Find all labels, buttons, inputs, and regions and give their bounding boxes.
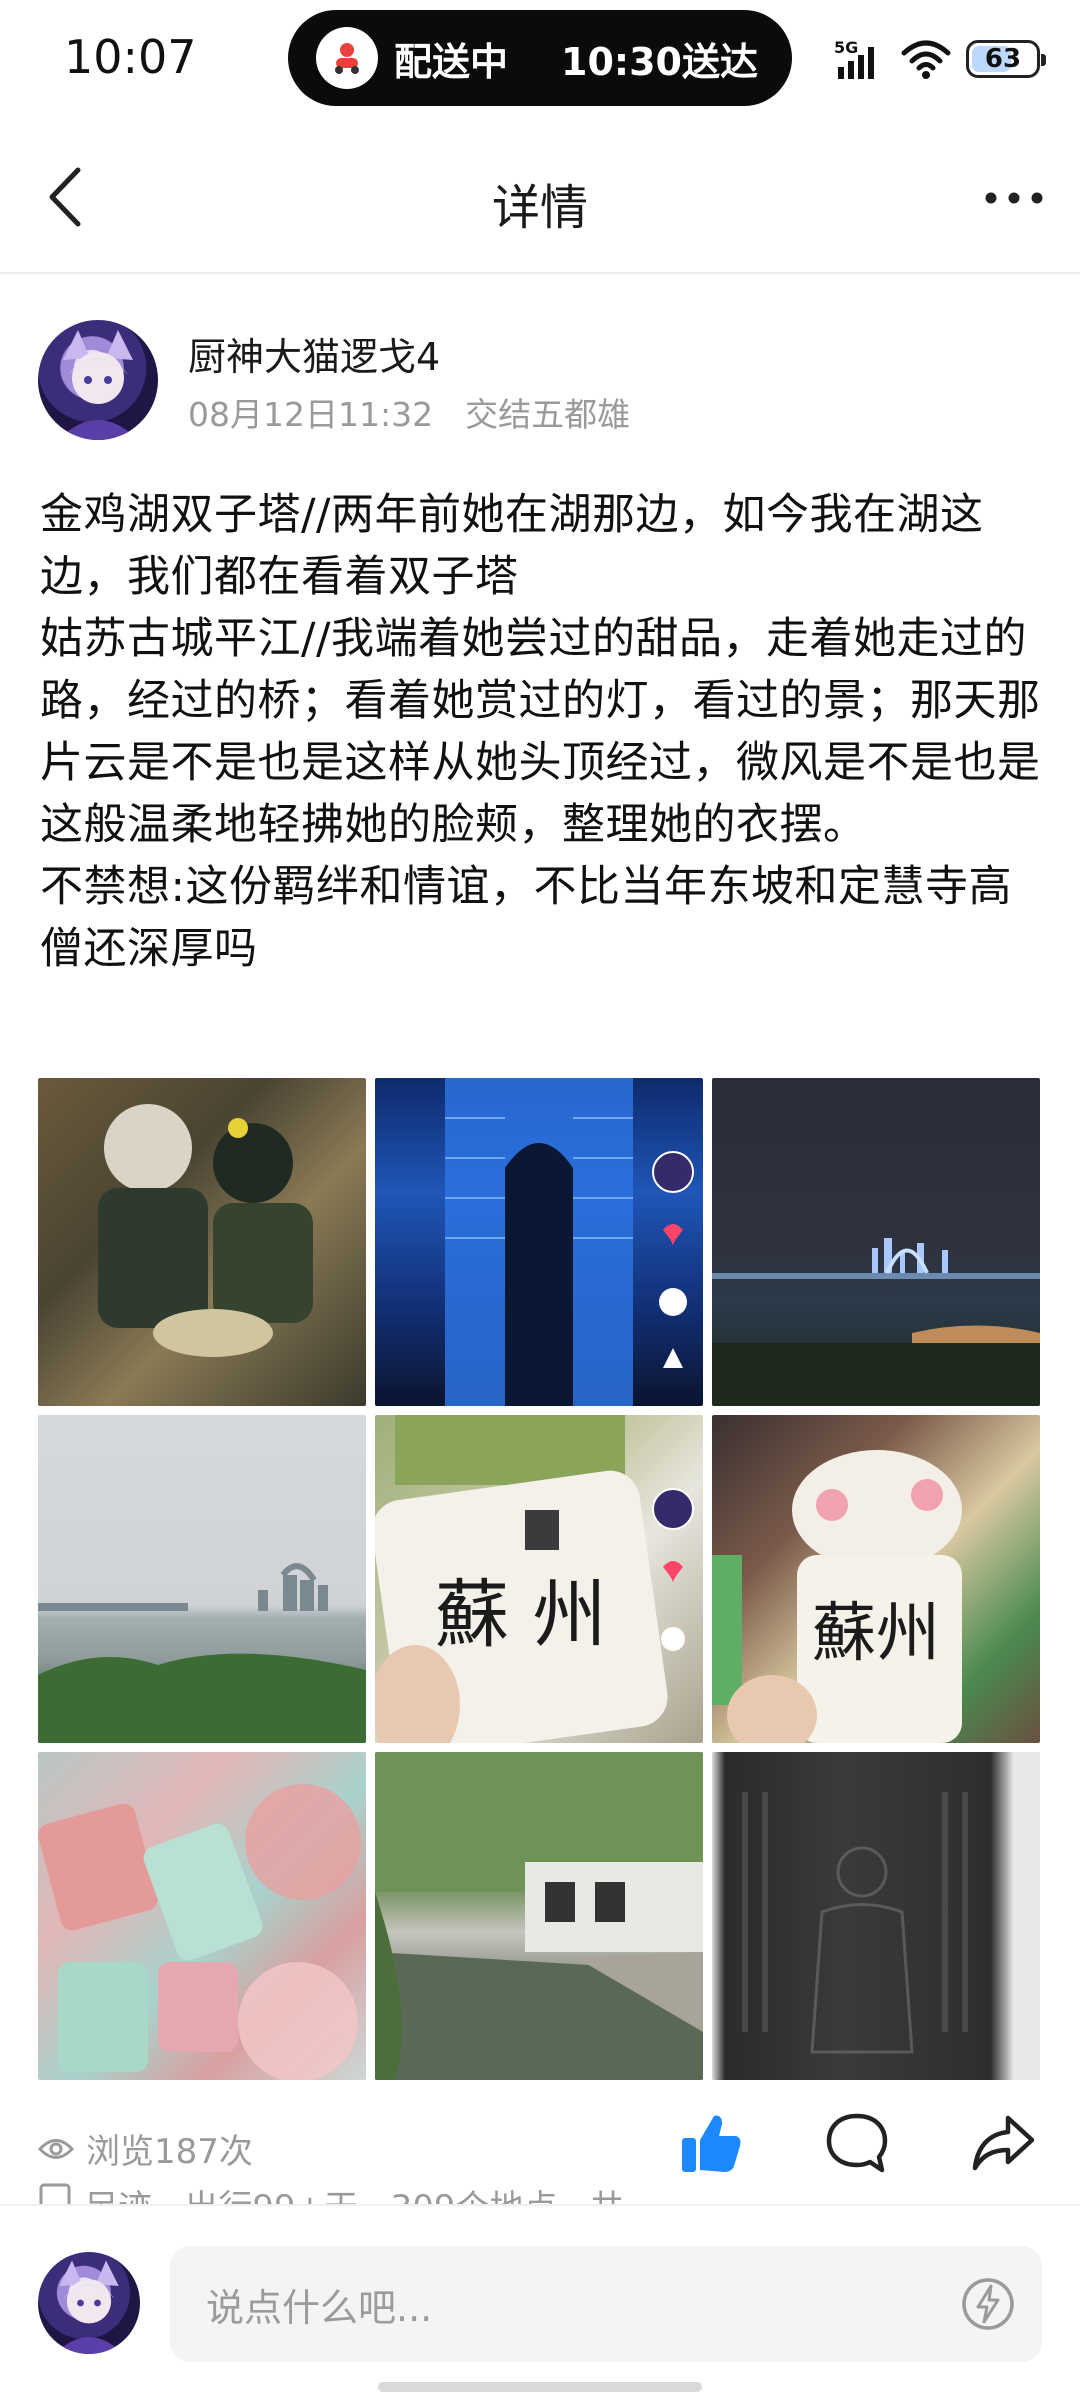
status-icons: 5G 63 <box>834 34 1046 84</box>
more-options-button[interactable] <box>974 168 1054 228</box>
delivery-status-pill[interactable]: 配送中 10:30送达 <box>288 10 792 106</box>
more-dots-icon <box>985 192 1043 204</box>
battery-icon: 63 <box>966 40 1046 78</box>
status-bar: 10:07 配送中 10:30送达 5G 63 <box>0 0 1080 118</box>
photo-lake-night-skyline[interactable] <box>712 1078 1040 1406</box>
share-arrow-icon <box>972 2115 1035 2171</box>
wifi-icon <box>901 40 951 79</box>
photo-hanging-lanterns[interactable] <box>38 1752 366 2080</box>
like-button[interactable] <box>666 2098 756 2188</box>
comment-bar: 说点什么吧... <box>0 2204 1080 2400</box>
view-count: 浏览187次 <box>38 2124 253 2173</box>
share-button[interactable] <box>958 2098 1048 2188</box>
comment-button[interactable] <box>812 2098 902 2188</box>
image-icon <box>39 2183 71 2204</box>
page-title: 详情 <box>491 180 588 236</box>
footprint-stats[interactable]: 足迹 · 出行99+天 · 309个地点 · 共 <box>38 2180 624 2204</box>
comment-bubble-icon <box>826 2113 888 2173</box>
battery-percent: 63 <box>984 44 1022 74</box>
photo-anime-illustration[interactable] <box>38 1078 366 1406</box>
svg-text:蘇 州: 蘇 州 <box>435 1572 607 1658</box>
post-location: 交结五都雄 <box>465 395 631 434</box>
delivery-eta: 10:30送达 <box>561 39 758 84</box>
photo-canal-willows[interactable] <box>375 1752 703 2080</box>
status-time: 10:07 <box>64 30 197 84</box>
eye-icon <box>38 2138 74 2159</box>
photo-stone-tablet[interactable] <box>712 1752 1040 2080</box>
author-avatar[interactable] <box>38 320 158 440</box>
delivery-label: 配送中 <box>394 39 509 84</box>
svg-text:蘇州: 蘇州 <box>812 1597 940 1671</box>
photo-lake-daytime[interactable] <box>38 1415 366 1743</box>
current-user-avatar[interactable] <box>38 2252 140 2354</box>
author-row[interactable]: 厨神大猫逻戈4 08月12日11:32 交结五都雄 <box>38 320 1038 442</box>
footprint-label: 足迹 · 出行99+天 · 309个地点 · 共 <box>84 2180 624 2204</box>
thumbs-up-icon <box>682 2115 741 2172</box>
post-text: 金鸡湖双子塔//两年前她在湖那边，如今我在湖这边，我们都在看着双子塔 姑苏古城平… <box>40 490 1041 974</box>
view-count-label: 浏览187次 <box>86 2132 253 2172</box>
nav-bar: 详情 <box>0 118 1080 274</box>
photo-gate-tower-night[interactable] <box>375 1078 703 1406</box>
comment-input[interactable]: 说点什么吧... <box>170 2246 1042 2362</box>
photo-dessert-cup-cream[interactable]: 蘇州 <box>712 1415 1040 1743</box>
delivery-rider-icon <box>316 27 378 89</box>
comment-placeholder: 说点什么吧... <box>206 2285 433 2330</box>
svg-text:5G: 5G <box>834 38 858 57</box>
home-indicator <box>378 2382 702 2392</box>
photo-dessert-cup[interactable]: 蘇 州 <box>375 1415 703 1743</box>
photo-grid: 蘇 州 蘇州 <box>38 1078 1043 2080</box>
signal-5g-icon: 5G <box>834 38 874 79</box>
author-name[interactable]: 厨神大猫逻戈4 <box>188 326 440 381</box>
post-meta: 08月12日11:32 交结五都雄 <box>188 388 630 436</box>
post-date: 08月12日11:32 <box>188 395 434 434</box>
lightning-emoji-icon[interactable] <box>958 2274 1018 2334</box>
